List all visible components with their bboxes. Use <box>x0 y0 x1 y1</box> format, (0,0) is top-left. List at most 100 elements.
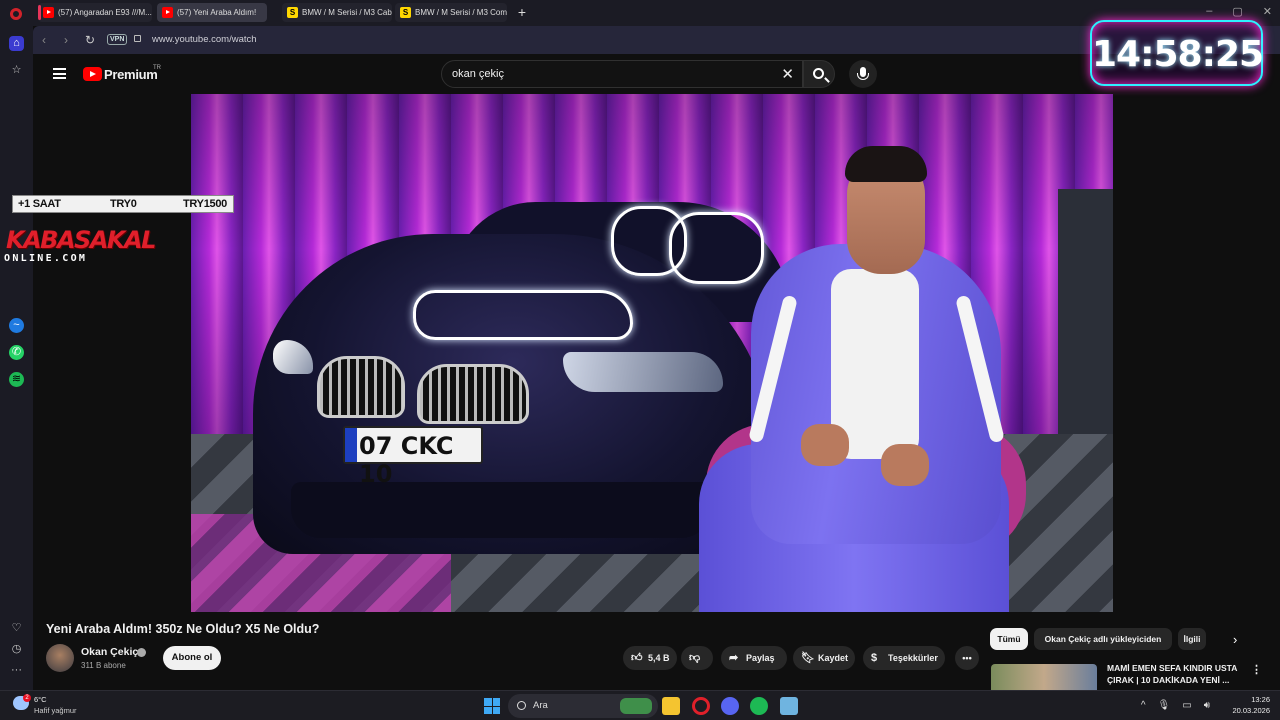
thumbs-up-icon: 👍︎ <box>631 652 643 664</box>
chevron-right-icon[interactable]: › <box>1233 632 1237 647</box>
stream-bar-left: +1 SAAT <box>18 198 61 210</box>
search-box: ✕ <box>441 60 803 88</box>
minimize-icon[interactable]: – <box>1206 5 1212 18</box>
recommendation-title[interactable]: MAMİ EMEN SEFA KINDIR USTA ÇIRAK | 10 DA… <box>1107 662 1247 686</box>
weather-description[interactable]: Hafif yağmur <box>34 706 77 715</box>
search-icon <box>813 68 824 79</box>
tab-indicator <box>38 5 41 20</box>
recommendation-more-icon[interactable]: ⋮ <box>1251 663 1262 676</box>
maximize-icon[interactable]: ▢ <box>1232 5 1242 18</box>
discord-icon[interactable] <box>721 697 739 715</box>
taskbar-clock[interactable]: 13:26 20.03.2026 <box>1232 694 1270 716</box>
brand-logo-main: KABASAKAL <box>6 226 156 254</box>
tab-bmw-m3-com[interactable]: S BMW / M Serisi / M3 Com... <box>395 3 507 22</box>
stream-bar-right: TRY1500 <box>183 198 227 210</box>
channel-name[interactable]: Okan Çekiç <box>81 646 138 658</box>
share-icon: ➦ <box>729 652 739 664</box>
more-actions-button[interactable]: ••• <box>955 646 979 670</box>
search-button[interactable] <box>803 60 835 88</box>
heart-icon[interactable]: ♡ <box>9 621 24 636</box>
subscribe-button[interactable]: Abone ol <box>163 646 221 670</box>
chip-all[interactable]: Tümü <box>990 628 1028 650</box>
s-site-icon: S <box>287 7 298 18</box>
browser-sidebar: ⌂ ☆ ~ ✆ ≋ ♡ ◷ ··· <box>0 26 33 690</box>
menu-icon[interactable] <box>53 68 66 79</box>
tab-angaradan[interactable]: (57) Angaradan E93 ///M... <box>38 3 152 22</box>
share-button[interactable]: ➦ Paylaş <box>721 646 787 670</box>
car-grille <box>317 356 405 418</box>
subscriber-count: 311 B abone <box>81 661 126 670</box>
weather-temperature[interactable]: 6°C <box>34 695 47 704</box>
brand-logo-sub: ONLINE.COM <box>4 253 88 264</box>
tab-title: (57) Angaradan E93 ///M... <box>58 8 152 17</box>
chip-related[interactable]: İlgili <box>1178 628 1206 650</box>
youtube-icon <box>43 7 54 18</box>
youtube-premium-label[interactable]: Premium <box>104 67 158 82</box>
video-player[interactable]: 07 CKC 10 <box>191 94 1113 612</box>
start-icon[interactable] <box>484 698 500 714</box>
youtube-icon <box>162 7 173 18</box>
reload-icon[interactable]: ↻ <box>85 33 95 47</box>
microphone-icon <box>857 67 869 80</box>
tab-title: (57) Yeni Araba Aldım! <box>177 8 257 17</box>
opera-logo-icon[interactable] <box>10 8 22 20</box>
bookmark-icon: 🔖︎ <box>801 652 815 664</box>
save-button[interactable]: 🔖︎ Kaydet <box>793 646 855 670</box>
search-highlight-icon <box>620 698 652 714</box>
lock-icon[interactable] <box>134 35 141 42</box>
spotify-icon[interactable]: ≋ <box>9 372 24 387</box>
home-icon[interactable]: ⌂ <box>9 36 24 51</box>
taskbar: 2 6°C Hafif yağmur Ara ^ 🎙︎ ▭ 🔊︎ 13:26 2… <box>0 690 1280 720</box>
chevron-up-icon[interactable]: ^ <box>1141 700 1146 711</box>
youtube-page: Premium TR ✕ 07 CKC 10 <box>33 54 1280 690</box>
messenger-icon[interactable]: ~ <box>9 318 24 333</box>
clear-search-icon[interactable]: ✕ <box>781 65 794 83</box>
forward-icon[interactable]: › <box>64 33 68 47</box>
tab-yeni-araba[interactable]: (57) Yeni Araba Aldım! <box>157 3 267 22</box>
thanks-icon: $ <box>871 652 878 664</box>
back-icon[interactable]: ‹ <box>42 33 46 47</box>
app-icon[interactable] <box>780 697 798 715</box>
tab-bmw-m3-cab[interactable]: S BMW / M Serisi / M3 Cab... <box>282 3 392 22</box>
microphone-tray-icon[interactable]: 🎙︎ <box>1158 700 1171 711</box>
taskbar-search-label: Ara <box>533 700 548 711</box>
network-icon[interactable]: ▭ <box>1182 700 1191 711</box>
taskbar-time: 13:26 <box>1251 695 1270 704</box>
more-icon[interactable]: ··· <box>9 663 24 678</box>
window-controls: – ▢ ✕ <box>1206 5 1272 18</box>
clock-time: 14:58:25 <box>1092 34 1264 75</box>
search-input[interactable] <box>452 68 772 80</box>
license-plate-text: 07 CKC 10 <box>359 432 454 488</box>
new-tab-button[interactable]: + <box>515 5 529 19</box>
whatsapp-icon[interactable]: ✆ <box>9 345 24 360</box>
search-icon <box>517 701 526 710</box>
thanks-button[interactable]: $ Teşekkürler <box>863 646 945 670</box>
dislike-button[interactable]: 👎︎ <box>681 646 713 670</box>
volume-icon[interactable]: 🔊︎ <box>1204 700 1210 711</box>
spotify-icon[interactable] <box>750 697 768 715</box>
region-label: TR <box>153 65 161 71</box>
recommendation-thumbnail[interactable] <box>991 664 1097 690</box>
stream-bar-mid: TRY0 <box>110 198 137 210</box>
youtube-logo-icon[interactable] <box>83 67 102 81</box>
taskbar-search[interactable]: Ara <box>508 694 658 718</box>
avatar[interactable] <box>46 644 74 672</box>
taskbar-date: 20.03.2026 <box>1232 706 1270 715</box>
tab-title: BMW / M Serisi / M3 Com... <box>415 8 507 17</box>
star-icon[interactable]: ☆ <box>9 63 24 78</box>
like-button[interactable]: 👍︎ 5,4 B <box>623 646 677 670</box>
url-field[interactable]: www.youtube.com/watch <box>152 34 257 45</box>
notification-badge: 2 <box>23 694 31 702</box>
close-window-icon[interactable]: ✕ <box>1263 5 1272 18</box>
file-explorer-icon[interactable] <box>662 697 680 715</box>
license-plate: 07 CKC 10 <box>343 426 483 488</box>
chip-from-uploader[interactable]: Okan Çekiç adlı yükleyiciden <box>1034 628 1172 650</box>
vpn-badge[interactable]: VPN <box>107 34 128 45</box>
browser-tab-bar: (57) Angaradan E93 ///M... (57) Yeni Ara… <box>0 0 1280 26</box>
voice-search-button[interactable] <box>849 60 877 88</box>
brand-logo: KABASAKAL ONLINE.COM <box>4 226 156 266</box>
opera-icon[interactable] <box>692 697 710 715</box>
like-count: 5,4 B <box>648 653 670 663</box>
stream-info-bar: +1 SAAT TRY0 TRY1500 <box>12 195 234 213</box>
history-icon[interactable]: ◷ <box>9 642 24 657</box>
